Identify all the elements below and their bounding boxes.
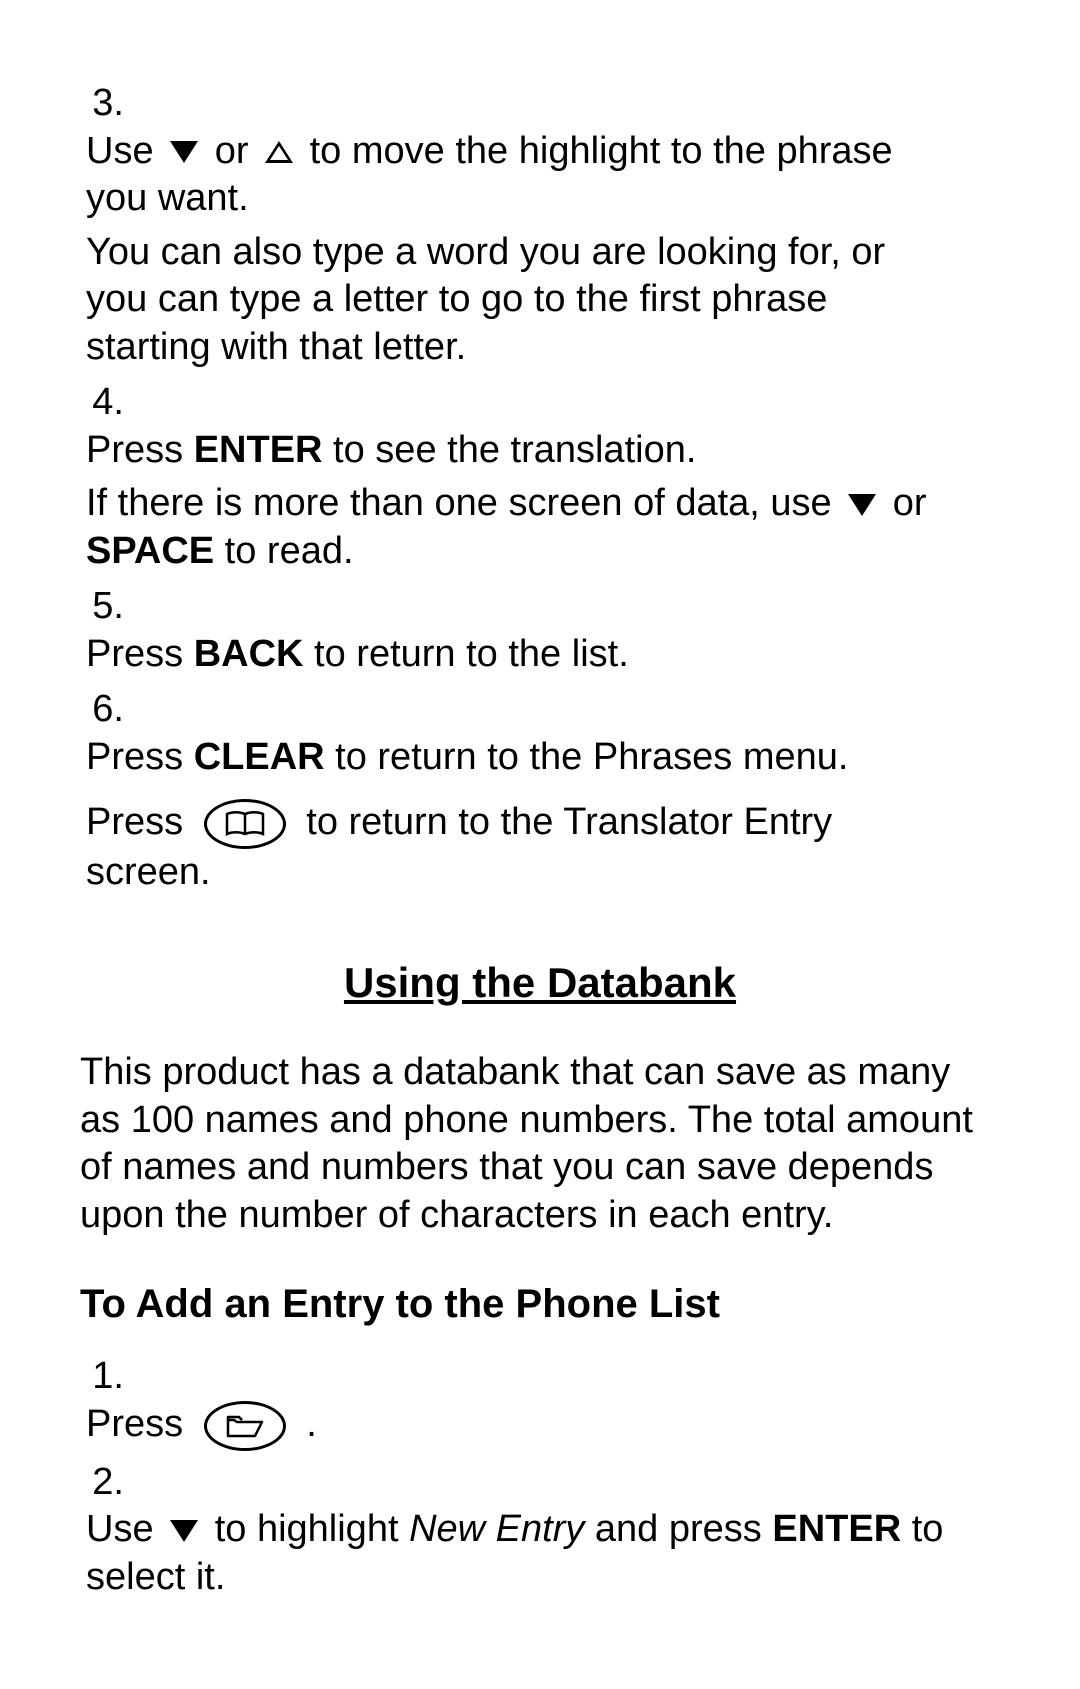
text: to read.: [214, 530, 353, 572]
down-arrow-icon: [170, 1520, 198, 1542]
manual-page: 3. Use or to move the highlight to the p…: [0, 0, 1080, 1689]
text: Use: [86, 1508, 164, 1550]
step-body: Use or to move the highlight to the phra…: [86, 128, 946, 372]
down-arrow-icon: [848, 494, 876, 516]
step-6: 6. Press CLEAR to return to the Phrases …: [80, 686, 1000, 897]
text: Press: [86, 633, 194, 675]
text: Press: [86, 736, 194, 778]
step-number: 5.: [80, 583, 124, 631]
step-number: 4.: [80, 379, 124, 427]
step-number: 3.: [80, 80, 124, 128]
key-clear: CLEAR: [194, 736, 325, 778]
text: .: [306, 1403, 317, 1445]
key-space: SPACE: [86, 530, 214, 572]
text: Use: [86, 130, 164, 172]
open-book-icon: [225, 810, 265, 838]
key-enter: ENTER: [194, 429, 323, 471]
down-arrow-icon: [170, 141, 198, 163]
step-number: 6.: [80, 686, 124, 734]
text: to return to the list.: [303, 633, 628, 675]
step-body: Press BACK to return to the list.: [86, 631, 946, 679]
text: If there is more than one screen of data…: [86, 482, 842, 524]
step-5: 5. Press BACK to return to the list.: [80, 583, 1000, 678]
text: to return to the Translator Entry screen…: [86, 801, 832, 893]
open-folder-icon: [225, 1412, 265, 1440]
text: or: [215, 130, 259, 172]
step-body: Press .: [86, 1401, 946, 1451]
step-sub: If there is more than one screen of data…: [86, 480, 946, 575]
text: and press: [584, 1508, 772, 1550]
text: to highlight: [215, 1508, 409, 1550]
key-back: BACK: [194, 633, 304, 675]
step-body: Press ENTER to see the translation. If t…: [86, 427, 946, 576]
section-intro-paragraph: This product has a databank that can sav…: [80, 1049, 1000, 1239]
step-4: 4. Press ENTER to see the translation. I…: [80, 379, 1000, 575]
italic-new-entry: New Entry: [409, 1508, 584, 1550]
step-body: Press CLEAR to return to the Phrases men…: [86, 734, 946, 897]
text: Press: [86, 801, 194, 843]
text: or: [893, 482, 927, 524]
step-b2: 2. Use to highlight New Entry and press …: [80, 1459, 1000, 1602]
folder-button-icon: [204, 1401, 286, 1451]
step-sub: Press to return to the Translator Entry …: [86, 799, 946, 897]
subhead-add-entry: To Add an Entry to the Phone List: [80, 1279, 1000, 1329]
key-enter: ENTER: [772, 1508, 901, 1550]
step-b1: 1. Press .: [80, 1353, 1000, 1451]
step-3: 3. Use or to move the highlight to the p…: [80, 80, 1000, 371]
step-sub: You can also type a word you are looking…: [86, 229, 946, 372]
book-button-icon: [204, 799, 286, 849]
section-title-databank: Using the Databank: [80, 957, 1000, 1010]
text: to see the translation.: [323, 429, 697, 471]
step-number: 2.: [80, 1459, 124, 1507]
text: Press: [86, 1403, 194, 1445]
step-body: Use to highlight New Entry and press ENT…: [86, 1506, 946, 1601]
step-number: 1.: [80, 1353, 124, 1401]
up-arrow-icon: [265, 141, 293, 163]
text: Press: [86, 429, 194, 471]
text: to move the highlight to the phrase you …: [86, 130, 893, 220]
text: to return to the Phrases menu.: [325, 736, 849, 778]
